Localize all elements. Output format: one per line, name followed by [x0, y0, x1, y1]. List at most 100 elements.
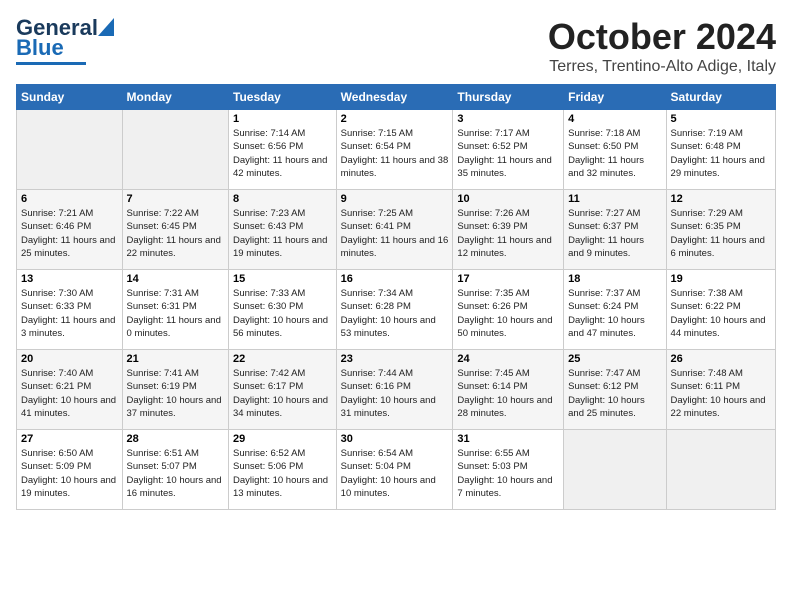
day-number: 31 — [457, 433, 559, 445]
day-detail: Sunrise: 7:45 AM Sunset: 6:14 PM Dayligh… — [457, 367, 559, 420]
calendar-cell: 1Sunrise: 7:14 AM Sunset: 6:56 PM Daylig… — [229, 110, 337, 190]
calendar-cell: 15 Sunrise: 7:33 AM Sunset: 6:30 PM Dayli… — [229, 270, 337, 350]
calendar-cell: 6 Sunrise: 7:21 AM Sunset: 6:46 PM Daylig… — [17, 190, 123, 270]
day-detail: Sunrise: 7:34 AM Sunset: 6:28 PM Dayligh… — [341, 287, 449, 340]
calendar-cell: 11Sunrise: 7:27 AM Sunset: 6:37 PM Dayli… — [564, 190, 666, 270]
day-detail: Sunrise: 7:30 AM Sunset: 6:33 PM Dayligh… — [21, 287, 118, 340]
day-detail: Sunrise: 7:22 AM Sunset: 6:45 PM Dayligh… — [127, 207, 224, 260]
calendar-cell: 8 Sunrise: 7:23 AM Sunset: 6:43 PM Daylig… — [229, 190, 337, 270]
day-detail: Sunrise: 7:25 AM Sunset: 6:41 PM Dayligh… — [341, 207, 449, 260]
day-number: 28 — [127, 433, 224, 445]
day-detail: Sunrise: 7:23 AM Sunset: 6:43 PM Dayligh… — [233, 207, 332, 260]
weekday-header: Saturday — [666, 85, 775, 110]
day-detail: Sunrise: 7:40 AM Sunset: 6:21 PM Dayligh… — [21, 367, 118, 420]
calendar-cell: 17 Sunrise: 7:35 AM Sunset: 6:26 PM Dayli… — [453, 270, 564, 350]
day-detail: Sunrise: 7:31 AM Sunset: 6:31 PM Dayligh… — [127, 287, 224, 340]
day-number: 19 — [671, 273, 771, 285]
calendar-cell: 16 Sunrise: 7:34 AM Sunset: 6:28 PM Dayli… — [336, 270, 453, 350]
title-block: October 2024 Terres, Trentino-Alto Adige… — [548, 16, 776, 76]
day-number: 20 — [21, 353, 118, 365]
calendar-cell: 23 Sunrise: 7:44 AM Sunset: 6:16 PM Dayli… — [336, 350, 453, 430]
logo-underline — [16, 62, 86, 65]
day-number: 13 — [21, 273, 118, 285]
day-number: 4 — [568, 113, 661, 125]
calendar-cell: 18 Sunrise: 7:37 AM Sunset: 6:24 PM Dayli… — [564, 270, 666, 350]
weekday-header: Friday — [564, 85, 666, 110]
calendar-week-row: 27 Sunrise: 6:50 AM Sunset: 5:09 PM Dayli… — [17, 430, 776, 510]
calendar-cell: 13 Sunrise: 7:30 AM Sunset: 6:33 PM Dayli… — [17, 270, 123, 350]
day-number: 14 — [127, 273, 224, 285]
day-number: 24 — [457, 353, 559, 365]
calendar-cell: 24 Sunrise: 7:45 AM Sunset: 6:14 PM Dayli… — [453, 350, 564, 430]
calendar-cell: 21Sunrise: 7:41 AM Sunset: 6:19 PM Dayli… — [122, 350, 228, 430]
calendar-cell: 9 Sunrise: 7:25 AM Sunset: 6:41 PM Daylig… — [336, 190, 453, 270]
calendar-cell: 10Sunrise: 7:26 AM Sunset: 6:39 PM Dayli… — [453, 190, 564, 270]
calendar-cell: 22 Sunrise: 7:42 AM Sunset: 6:17 PM Dayli… — [229, 350, 337, 430]
day-detail: Sunrise: 7:37 AM Sunset: 6:24 PM Dayligh… — [568, 287, 661, 340]
calendar-week-row: 1Sunrise: 7:14 AM Sunset: 6:56 PM Daylig… — [17, 110, 776, 190]
day-number: 9 — [341, 193, 449, 205]
day-number: 18 — [568, 273, 661, 285]
logo-arrow-icon — [98, 18, 114, 36]
weekday-header: Tuesday — [229, 85, 337, 110]
calendar-cell: 27 Sunrise: 6:50 AM Sunset: 5:09 PM Dayli… — [17, 430, 123, 510]
day-detail: Sunrise: 6:50 AM Sunset: 5:09 PM Dayligh… — [21, 447, 118, 500]
day-number: 17 — [457, 273, 559, 285]
day-detail: Sunrise: 7:19 AM Sunset: 6:48 PM Dayligh… — [671, 127, 771, 180]
day-number: 3 — [457, 113, 559, 125]
day-number: 22 — [233, 353, 332, 365]
weekday-header: Monday — [122, 85, 228, 110]
calendar-week-row: 20 Sunrise: 7:40 AM Sunset: 6:21 PM Dayli… — [17, 350, 776, 430]
weekday-header: Wednesday — [336, 85, 453, 110]
day-detail: Sunrise: 6:52 AM Sunset: 5:06 PM Dayligh… — [233, 447, 332, 500]
day-detail: Sunrise: 6:54 AM Sunset: 5:04 PM Dayligh… — [341, 447, 449, 500]
calendar-cell: 12 Sunrise: 7:29 AM Sunset: 6:35 PM Dayli… — [666, 190, 775, 270]
calendar-cell: 14 Sunrise: 7:31 AM Sunset: 6:31 PM Dayli… — [122, 270, 228, 350]
calendar-cell: 20 Sunrise: 7:40 AM Sunset: 6:21 PM Dayli… — [17, 350, 123, 430]
logo-text-blue: Blue — [16, 36, 64, 60]
calendar-table: SundayMondayTuesdayWednesdayThursdayFrid… — [16, 84, 776, 510]
day-detail: Sunrise: 7:29 AM Sunset: 6:35 PM Dayligh… — [671, 207, 771, 260]
day-number: 15 — [233, 273, 332, 285]
weekday-header: Thursday — [453, 85, 564, 110]
calendar-cell: 2Sunrise: 7:15 AM Sunset: 6:54 PM Daylig… — [336, 110, 453, 190]
day-detail: Sunrise: 7:44 AM Sunset: 6:16 PM Dayligh… — [341, 367, 449, 420]
day-detail: Sunrise: 7:47 AM Sunset: 6:12 PM Dayligh… — [568, 367, 661, 420]
day-number: 12 — [671, 193, 771, 205]
day-number: 30 — [341, 433, 449, 445]
calendar-week-row: 6 Sunrise: 7:21 AM Sunset: 6:46 PM Daylig… — [17, 190, 776, 270]
day-detail: Sunrise: 7:35 AM Sunset: 6:26 PM Dayligh… — [457, 287, 559, 340]
day-detail: Sunrise: 7:33 AM Sunset: 6:30 PM Dayligh… — [233, 287, 332, 340]
calendar-title: October 2024 — [548, 16, 776, 58]
calendar-cell: 7Sunrise: 7:22 AM Sunset: 6:45 PM Daylig… — [122, 190, 228, 270]
day-number: 26 — [671, 353, 771, 365]
page-header: General Blue October 2024 Terres, Trenti… — [16, 16, 776, 76]
calendar-week-row: 13 Sunrise: 7:30 AM Sunset: 6:33 PM Dayli… — [17, 270, 776, 350]
day-number: 11 — [568, 193, 661, 205]
day-number: 6 — [21, 193, 118, 205]
day-detail: Sunrise: 6:55 AM Sunset: 5:03 PM Dayligh… — [457, 447, 559, 500]
day-number: 16 — [341, 273, 449, 285]
calendar-subtitle: Terres, Trentino-Alto Adige, Italy — [548, 58, 776, 76]
calendar-cell: 26 Sunrise: 7:48 AM Sunset: 6:11 PM Dayli… — [666, 350, 775, 430]
calendar-cell: 3Sunrise: 7:17 AM Sunset: 6:52 PM Daylig… — [453, 110, 564, 190]
day-number: 23 — [341, 353, 449, 365]
logo: General Blue — [16, 16, 114, 65]
calendar-cell: 19 Sunrise: 7:38 AM Sunset: 6:22 PM Dayli… — [666, 270, 775, 350]
day-detail: Sunrise: 7:42 AM Sunset: 6:17 PM Dayligh… — [233, 367, 332, 420]
day-number: 27 — [21, 433, 118, 445]
day-detail: Sunrise: 6:51 AM Sunset: 5:07 PM Dayligh… — [127, 447, 224, 500]
day-number: 5 — [671, 113, 771, 125]
calendar-header: SundayMondayTuesdayWednesdayThursdayFrid… — [17, 85, 776, 110]
weekday-header: Sunday — [17, 85, 123, 110]
day-detail: Sunrise: 7:41 AM Sunset: 6:19 PM Dayligh… — [127, 367, 224, 420]
day-detail: Sunrise: 7:21 AM Sunset: 6:46 PM Dayligh… — [21, 207, 118, 260]
calendar-cell — [666, 430, 775, 510]
day-number: 8 — [233, 193, 332, 205]
day-detail: Sunrise: 7:48 AM Sunset: 6:11 PM Dayligh… — [671, 367, 771, 420]
day-detail: Sunrise: 7:38 AM Sunset: 6:22 PM Dayligh… — [671, 287, 771, 340]
calendar-cell — [122, 110, 228, 190]
calendar-cell: 25Sunrise: 7:47 AM Sunset: 6:12 PM Dayli… — [564, 350, 666, 430]
calendar-body: 1Sunrise: 7:14 AM Sunset: 6:56 PM Daylig… — [17, 110, 776, 510]
calendar-cell: 29Sunrise: 6:52 AM Sunset: 5:06 PM Dayli… — [229, 430, 337, 510]
